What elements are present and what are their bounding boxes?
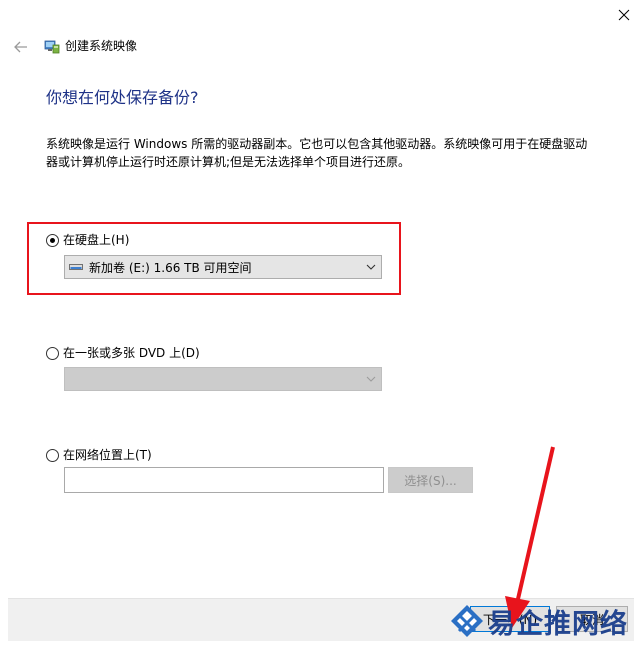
radio-network[interactable]: 在网络位置上(T)	[46, 447, 152, 463]
next-button[interactable]: 下一步(N)	[470, 606, 550, 632]
highlight-annotation-box	[27, 222, 401, 295]
radio-dvd[interactable]: 在一张或多张 DVD 上(D)	[46, 345, 200, 361]
network-location-input[interactable]	[64, 467, 384, 493]
system-image-icon	[44, 40, 60, 54]
cancel-button[interactable]: 取消	[556, 606, 628, 632]
create-system-image-window: 创建系统映像 你想在何处保存备份? 系统映像是运行 Windows 所需的驱动器…	[0, 0, 642, 648]
browse-button: 选择(S)...	[388, 467, 473, 493]
back-arrow-icon	[14, 41, 27, 53]
close-icon	[618, 9, 630, 21]
page-description: 系统映像是运行 Windows 所需的驱动器副本。它也可以包含其他驱动器。系统映…	[46, 137, 588, 169]
page-heading: 你想在何处保存备份?	[46, 88, 199, 107]
back-button[interactable]	[11, 37, 31, 57]
radio-button-unselected[interactable]	[46, 448, 59, 462]
radio-network-label: 在网络位置上(T)	[63, 448, 152, 462]
close-button[interactable]	[606, 0, 642, 30]
dvd-drive-select	[64, 367, 382, 391]
radio-dvd-label: 在一张或多张 DVD 上(D)	[63, 346, 200, 360]
chevron-down-icon	[366, 376, 376, 382]
radio-button-unselected[interactable]	[46, 346, 59, 360]
window-title: 创建系统映像	[65, 39, 138, 53]
